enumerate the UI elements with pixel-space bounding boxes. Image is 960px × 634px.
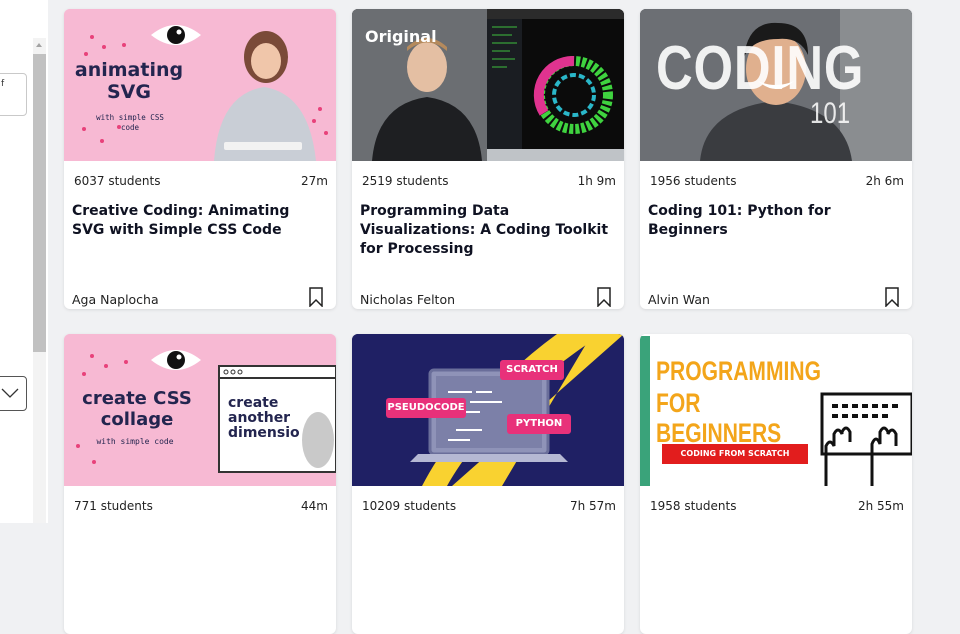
bookmark-icon[interactable]: [596, 287, 612, 307]
class-author[interactable]: Nicholas Felton: [360, 292, 455, 307]
class-author[interactable]: Aga Naplocha: [72, 292, 159, 307]
class-card[interactable]: CODING 101 1956 students 2h 6m Coding 10…: [640, 9, 912, 309]
thumbnail-heading: create CSS collage: [82, 388, 192, 430]
thumbnail-line-1: PROGRAMMING: [656, 356, 821, 386]
class-author[interactable]: Alvin Wan: [648, 292, 710, 307]
thumbnail-window-text: create another dimensio: [228, 395, 300, 441]
dropdown-button[interactable]: [0, 376, 27, 411]
class-card[interactable]: create CSS collage with simple code crea…: [64, 334, 336, 634]
class-duration: 2h 55m: [857, 499, 904, 513]
student-count: 10209 students: [362, 499, 457, 513]
thumbnail-background-subtext: 101: [810, 97, 851, 130]
student-count: 6037 students: [74, 174, 161, 188]
class-meta: 6037 students 27m: [72, 174, 328, 190]
bookmark-icon[interactable]: [308, 287, 324, 307]
class-card[interactable]: PROGRAMMING FOR BEGINNERS CODING FROM SC…: [640, 334, 912, 634]
class-thumbnail[interactable]: Original: [352, 9, 624, 161]
chevron-down-icon: [1, 388, 19, 398]
scroll-up-arrow-icon[interactable]: [33, 38, 46, 52]
class-thumbnail[interactable]: animating SVG with simple CSS code: [64, 9, 336, 161]
class-card[interactable]: SCRATCH PSEUDOCODE PYTHON 10209 students…: [352, 334, 624, 634]
class-duration: 1h 9m: [577, 174, 616, 188]
thumbnail-subheading: with simple code: [96, 437, 174, 446]
original-badge: Original: [365, 27, 437, 46]
class-duration: 7h 57m: [569, 499, 616, 513]
class-meta: 10209 students 7h 57m: [360, 499, 616, 515]
class-meta: 2519 students 1h 9m: [360, 174, 616, 190]
tag-scratch: SCRATCH: [506, 364, 558, 375]
thumbnail-line-2: FOR: [656, 388, 701, 418]
tag-pseudocode: PSEUDOCODE: [387, 402, 465, 413]
class-duration: 44m: [301, 499, 328, 513]
thumbnail-heading: animating SVG: [74, 59, 184, 103]
student-count: 2519 students: [362, 174, 449, 188]
class-meta: 1958 students 2h 55m: [648, 499, 904, 515]
filter-label: f: [1, 79, 5, 89]
bookmark-icon[interactable]: [884, 287, 900, 307]
class-thumbnail[interactable]: CODING 101: [640, 9, 912, 161]
thumbnail-line-3: BEGINNERS: [656, 418, 782, 448]
class-title[interactable]: Programming Data Visualizations: A Codin…: [360, 202, 610, 259]
class-title[interactable]: Creative Coding: Animating SVG with Simp…: [72, 202, 322, 240]
class-card[interactable]: Original 2519 students 1h 9m Programming…: [352, 9, 624, 309]
class-duration: 2h 6m: [865, 174, 904, 188]
thumbnail-subheading: with simple CSS code: [96, 113, 164, 132]
student-count: 771 students: [74, 499, 153, 513]
class-meta: 771 students 44m: [72, 499, 328, 515]
class-duration: 27m: [301, 174, 328, 188]
student-count: 1956 students: [650, 174, 737, 188]
class-thumbnail[interactable]: create CSS collage with simple code crea…: [64, 334, 336, 486]
scrollbar-thumb[interactable]: [33, 54, 46, 352]
thumbnail-ribbon: CODING FROM SCRATCH: [680, 449, 790, 458]
thumbnail-background-text: CODING: [656, 34, 865, 103]
class-thumbnail[interactable]: PROGRAMMING FOR BEGINNERS CODING FROM SC…: [640, 334, 912, 486]
class-meta: 1956 students 2h 6m: [648, 174, 904, 190]
tag-python: PYTHON: [515, 418, 563, 429]
class-card[interactable]: animating SVG with simple CSS code 6037 …: [64, 9, 336, 309]
class-thumbnail[interactable]: SCRATCH PSEUDOCODE PYTHON: [352, 334, 624, 486]
class-title[interactable]: Coding 101: Python for Beginners: [648, 202, 898, 240]
student-count: 1958 students: [650, 499, 737, 513]
